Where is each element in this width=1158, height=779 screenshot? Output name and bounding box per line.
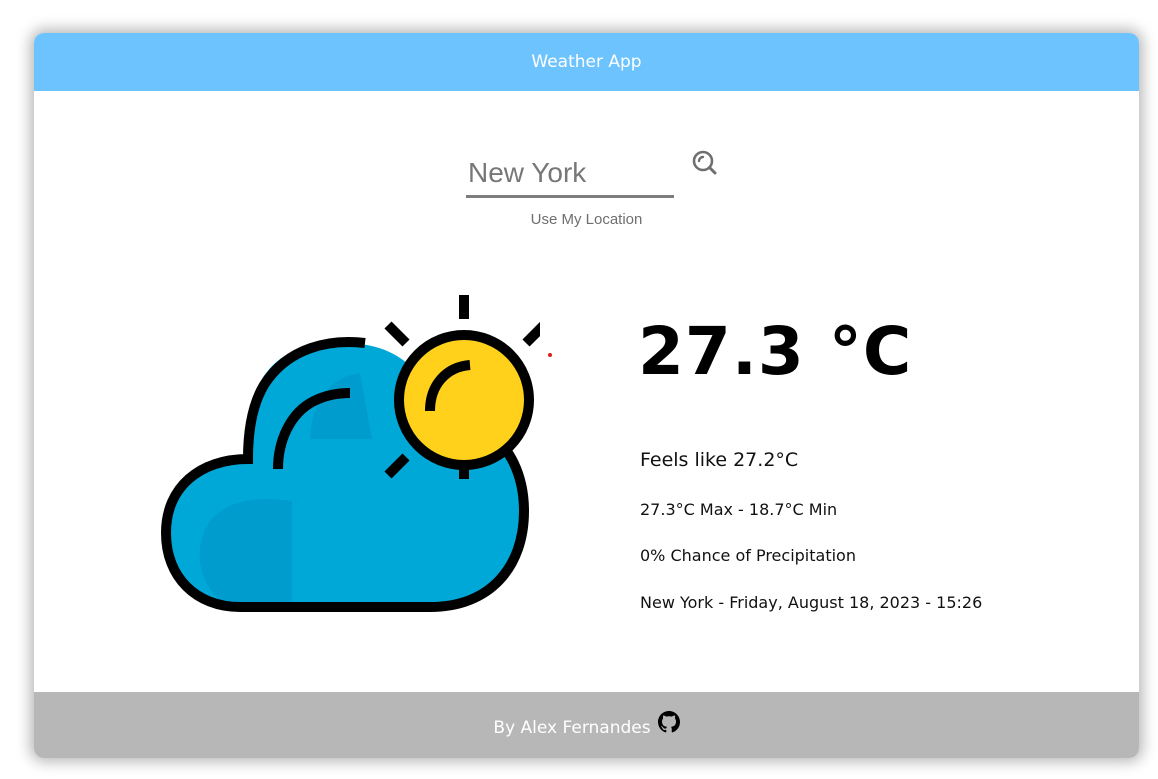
search-field <box>466 143 674 198</box>
app-header: Weather App <box>34 33 1139 91</box>
marker-dot <box>548 353 552 357</box>
app-card: Weather App Use My Location 27.3 °C Feel… <box>34 33 1139 758</box>
search-input[interactable] <box>468 155 668 191</box>
precipitation-chance: 0% Chance of Precipitation <box>640 546 856 565</box>
footer-credit: By Alex Fernandes <box>493 718 651 738</box>
use-my-location-button[interactable]: Use My Location <box>474 211 699 228</box>
search-icon[interactable] <box>691 149 719 177</box>
feels-like: Feels like 27.2°C <box>640 449 799 471</box>
app-title: Weather App <box>531 52 642 72</box>
github-icon[interactable] <box>657 711 680 733</box>
location-datetime: New York - Friday, August 18, 2023 - 15:… <box>640 593 983 612</box>
current-temperature: 27.3 °C <box>638 313 913 390</box>
max-min-temperature: 27.3°C Max - 18.7°C Min <box>640 500 838 519</box>
app-footer: By Alex Fernandes <box>34 692 1139 758</box>
partly-cloudy-icon <box>160 295 540 612</box>
